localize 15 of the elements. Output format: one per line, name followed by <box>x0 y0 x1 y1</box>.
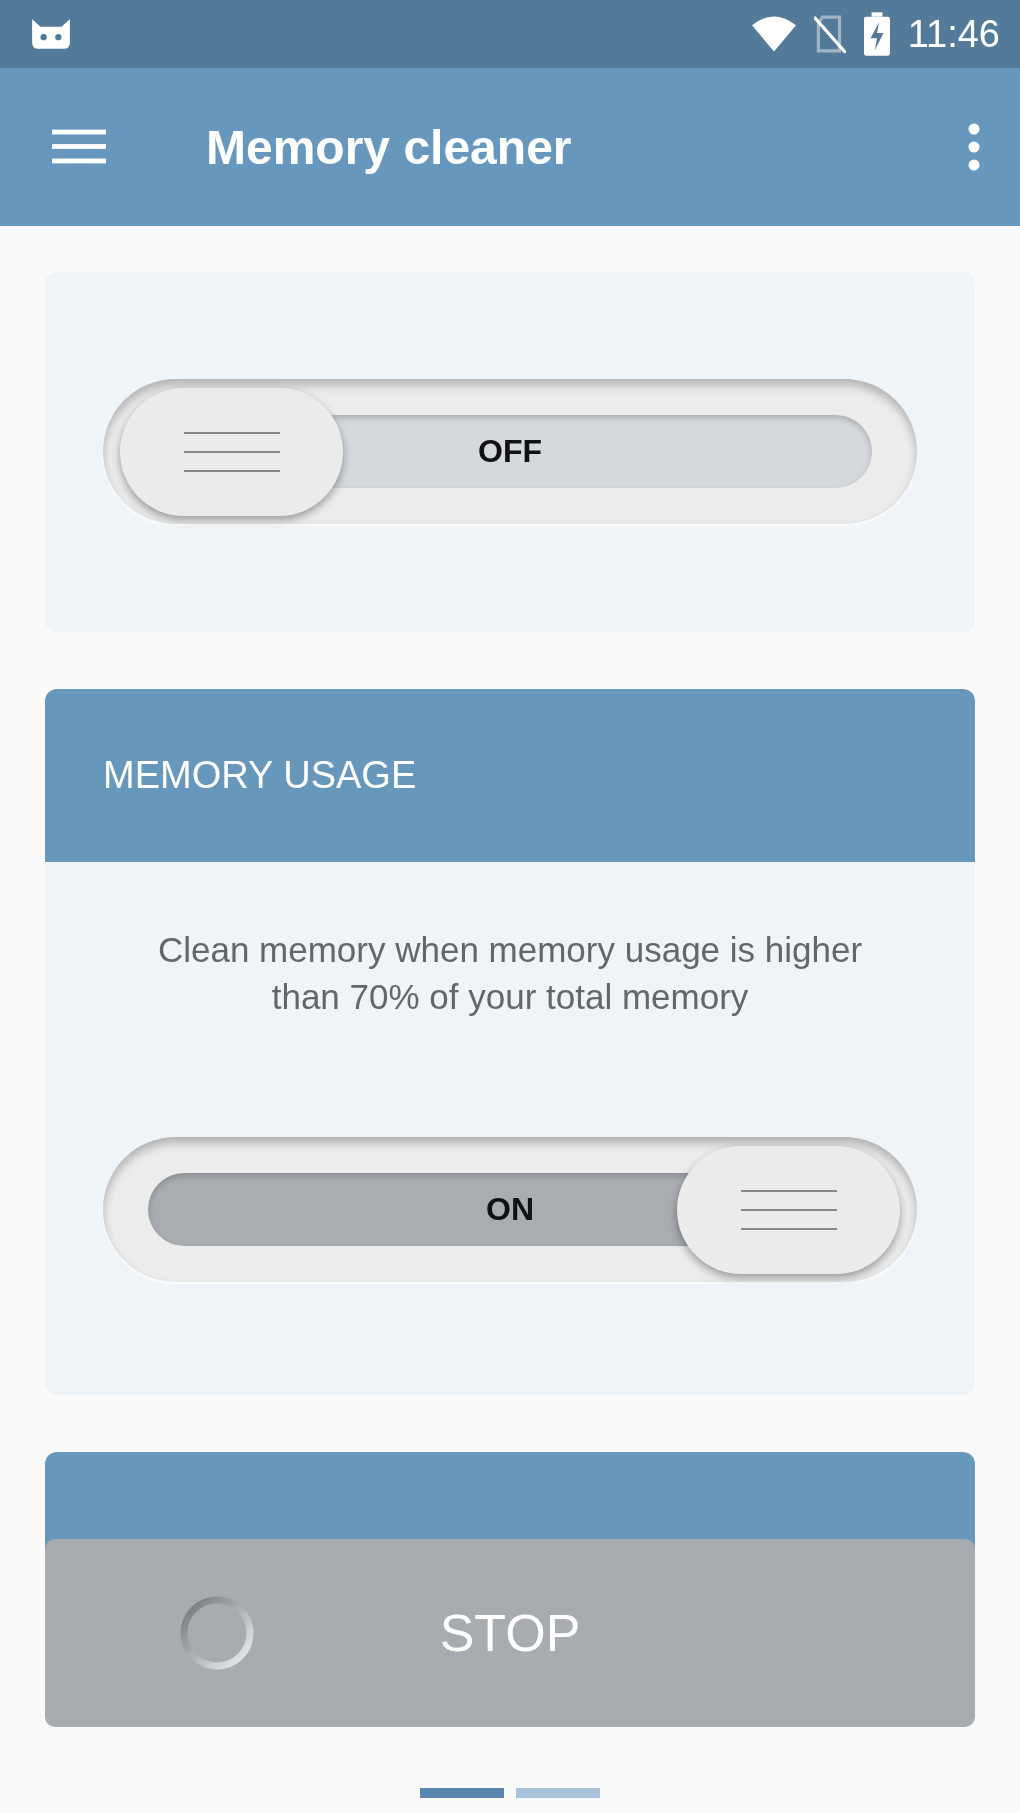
toggle-label: ON <box>486 1191 534 1228</box>
toggle-switch[interactable]: ON <box>103 1137 917 1282</box>
toggle-label: OFF <box>478 433 542 470</box>
toggle-knob[interactable] <box>677 1146 900 1274</box>
battery-charging-icon <box>863 12 890 56</box>
app-title: Memory cleaner <box>206 119 573 175</box>
more-options-icon[interactable] <box>968 123 980 171</box>
wifi-icon <box>751 16 796 52</box>
no-sim-icon <box>813 15 846 53</box>
description: Clean memory when memory usage is higher than 70% of your total memory <box>156 929 864 1018</box>
toggle-switch[interactable]: OFF <box>103 379 917 524</box>
clock: 11:46 <box>907 12 1000 56</box>
cat-icon <box>30 17 72 51</box>
toggle-knob[interactable] <box>120 388 343 516</box>
card-title: MEMORY USAGE <box>103 754 417 797</box>
